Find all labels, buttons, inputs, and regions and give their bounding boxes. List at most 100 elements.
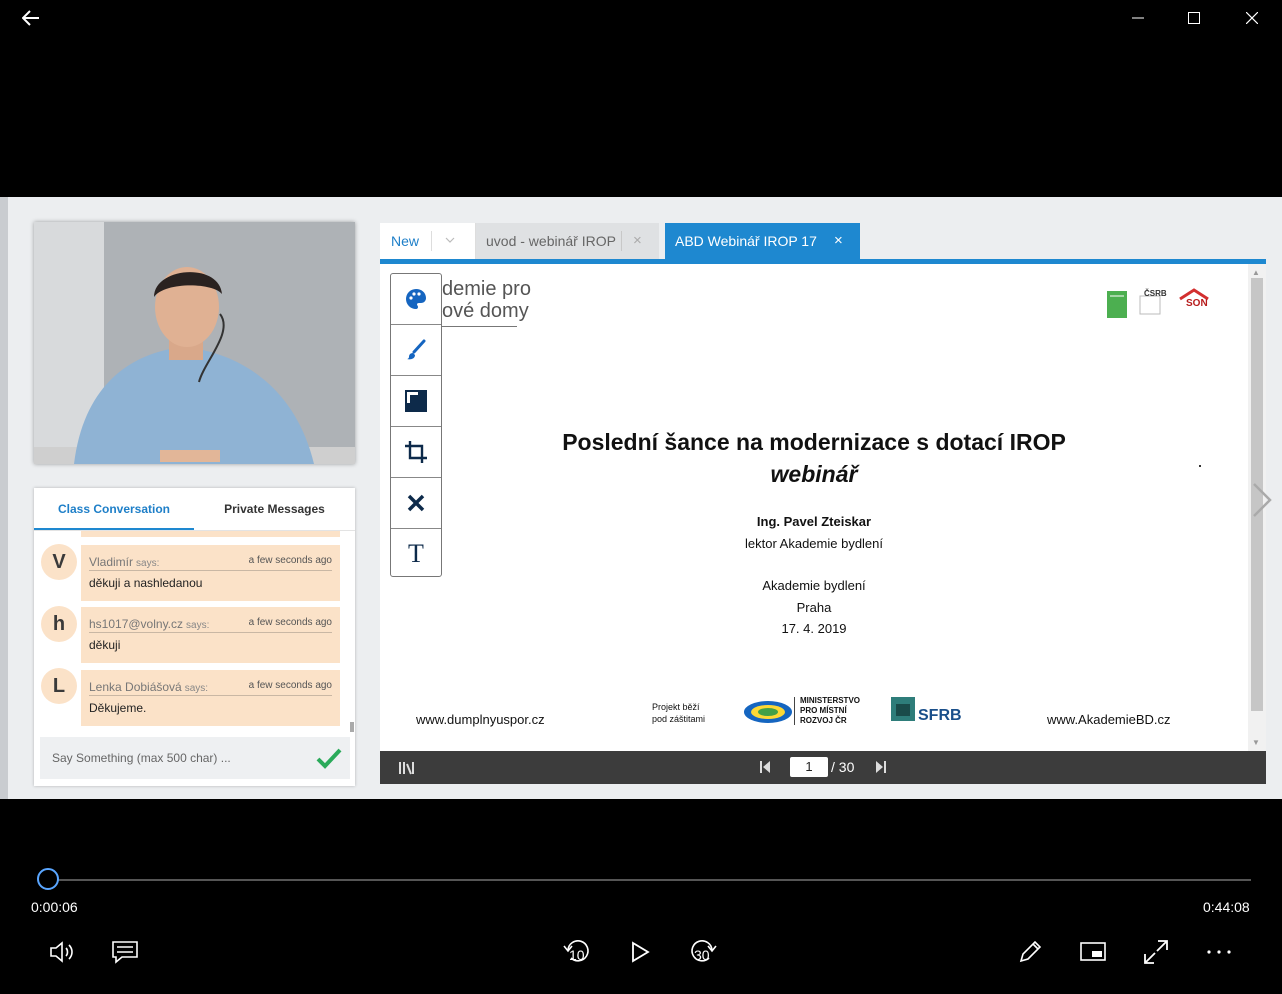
date: 17. 4. 2019 (781, 621, 847, 636)
back-arrow-icon (22, 10, 39, 26)
tab-abd-label: ABD Webinář IROP 17 (675, 233, 817, 249)
document-viewer: New uvod - webinář IROP × ABD Webinář IR… (380, 223, 1266, 784)
last-page-icon[interactable] (875, 760, 887, 774)
text-icon: T (408, 539, 424, 568)
ministry-divider (794, 697, 795, 725)
footer-patronage: Projekt běží pod záštitami (652, 701, 705, 725)
text-tool[interactable]: T (391, 529, 441, 579)
more-options-button[interactable] (1197, 930, 1241, 974)
minimize-button[interactable] (1115, 0, 1161, 36)
chevron-right-icon[interactable] (1251, 482, 1273, 518)
presenter-image (34, 222, 355, 464)
mini-view-icon (1080, 942, 1106, 961)
brush-icon (407, 339, 426, 360)
tab-new-label: New (391, 233, 420, 249)
list-item: Lenka Dobiášová says: a few seconds ago D… (81, 670, 340, 726)
list-item: hs1017@volny.cz says: a few seconds ago d… (81, 607, 340, 663)
total-duration: 0:44:08 (1203, 899, 1250, 915)
seek-knob[interactable] (36, 868, 59, 890)
shapes-tool[interactable] (391, 376, 441, 427)
ministry-line-3: ROZVOJ ČR (800, 716, 847, 725)
message-author: Lenka Dobiášová says: (89, 680, 209, 694)
message-text: děkuji a nashledanou (89, 576, 203, 590)
fullscreen-button[interactable] (1134, 930, 1178, 974)
skip-forward-button[interactable]: 30 (681, 930, 725, 974)
send-check-icon[interactable] (316, 747, 342, 769)
close-tab-icon[interactable]: × (834, 232, 843, 249)
play-button[interactable] (618, 930, 662, 974)
scroll-up-icon[interactable]: ▲ (1252, 268, 1260, 277)
slide-subtitle: webinář (770, 461, 858, 487)
tab-separator (621, 231, 622, 251)
maximize-button[interactable] (1171, 0, 1217, 36)
message-author: Vladimír says: (89, 555, 160, 569)
message-author: hs1017@volny.cz says: (89, 617, 210, 631)
ministry-line-2: PRO MÍSTNÍ (800, 706, 847, 715)
more-icon (1207, 950, 1231, 954)
fullscreen-icon (1144, 940, 1168, 964)
captions-icon (112, 941, 138, 964)
chat-panel: Class Conversation Private Messages V Vl… (34, 488, 355, 786)
library-icon[interactable] (398, 760, 416, 776)
elapsed-time: 0:00:06 (31, 899, 78, 915)
tab-new[interactable]: New (380, 223, 476, 259)
first-page-icon[interactable] (759, 760, 771, 774)
palette-tool[interactable] (391, 274, 441, 325)
tab-private-messages[interactable]: Private Messages (194, 488, 355, 530)
chat-input[interactable]: Say Something (max 500 char) ... (52, 751, 231, 765)
close-icon (1246, 12, 1258, 24)
slide-dot (1199, 465, 1201, 467)
tab-uvod[interactable]: uvod - webinář IROP × (476, 223, 659, 259)
pen-icon (1019, 940, 1042, 963)
chat-input-box: Say Something (max 500 char) ... (40, 737, 350, 779)
captions-button[interactable] (103, 930, 147, 974)
avatar: h (41, 606, 77, 642)
crop-icon (405, 441, 427, 463)
volume-icon (50, 941, 73, 963)
maximize-icon (1188, 12, 1200, 24)
logo-line-1: demie pro (442, 278, 531, 300)
volume-button[interactable] (40, 930, 84, 974)
close-window-button[interactable] (1229, 0, 1275, 36)
clear-tool[interactable] (391, 478, 441, 529)
pen-button[interactable] (1008, 930, 1052, 974)
academy-logo: demie pro ové domy (442, 278, 531, 322)
crop-tool[interactable] (391, 427, 441, 478)
skip-back-seconds: 10 (569, 947, 585, 963)
chat-scrollbar[interactable] (350, 722, 354, 732)
avatar: V (41, 544, 77, 580)
brush-tool[interactable] (391, 325, 441, 376)
tab-class-conversation[interactable]: Class Conversation (34, 488, 194, 530)
avatar: L (41, 668, 77, 704)
ministry-text: MINISTERSTVO PRO MÍSTNÍ ROZVOJ ČR (800, 696, 860, 726)
shapes-icon (405, 390, 427, 412)
play-icon (632, 941, 650, 963)
sfrb-text: SFRB (918, 707, 962, 724)
tab-abd-webinar[interactable]: ABD Webinář IROP 17 × (665, 223, 860, 259)
page-number-input[interactable]: 1 (790, 757, 828, 777)
frame-edge (0, 197, 8, 799)
son-logo-text: SON (1186, 298, 1208, 309)
skip-forward-seconds: 30 (694, 947, 710, 963)
patronage-line-1: Projekt běží (652, 702, 700, 712)
ministry-logo (744, 701, 792, 723)
scroll-down-icon[interactable]: ▼ (1252, 738, 1260, 747)
annotation-toolbar: T (390, 273, 442, 577)
tab-uvod-label: uvod - webinář IROP (486, 233, 616, 249)
back-button[interactable] (8, 0, 54, 36)
chevron-down-icon[interactable] (445, 237, 455, 244)
message-divider (89, 570, 332, 571)
palette-icon (406, 289, 426, 309)
skip-back-button[interactable]: 10 (555, 930, 599, 974)
message-text: děkuji (89, 638, 121, 652)
pager-bar: 1 / 30 (380, 751, 1266, 784)
close-tab-icon[interactable]: × (633, 232, 642, 249)
clear-icon (407, 494, 425, 512)
logo-underline (442, 326, 517, 327)
organization: Akademie bydlení (762, 578, 866, 593)
seek-bar[interactable] (45, 879, 1251, 881)
mini-view-button[interactable] (1071, 930, 1115, 974)
message-divider (89, 632, 332, 633)
message-text: Děkujeme. (89, 701, 147, 715)
webcam-video (34, 222, 355, 464)
